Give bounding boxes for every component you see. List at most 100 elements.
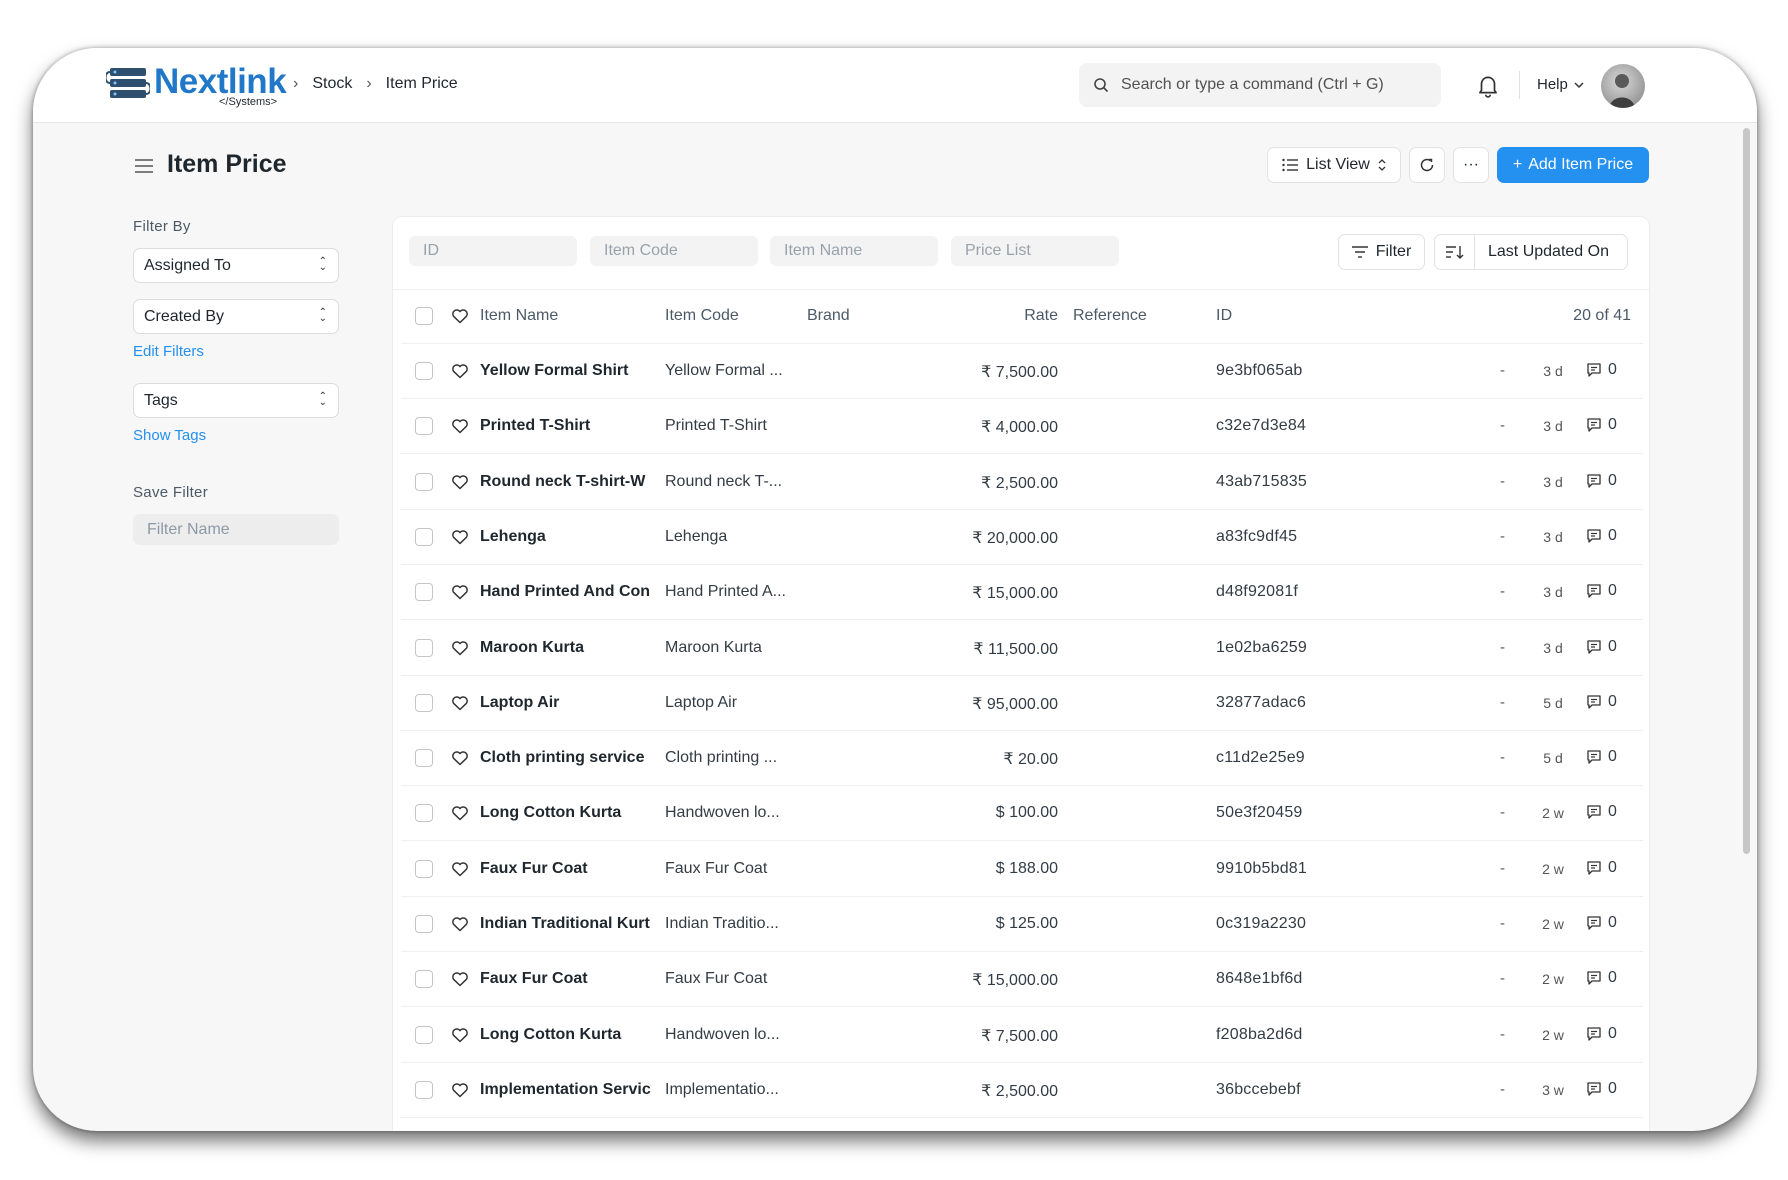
row-checkbox[interactable] [415, 638, 433, 657]
heart-icon[interactable] [451, 362, 469, 380]
item-name-cell[interactable]: Long Cotton Kurta [480, 1026, 660, 1044]
heart-icon[interactable] [451, 860, 469, 878]
table-row[interactable]: Laptop Air Laptop Air ₹ 95,000.00 32877adac… [393, 676, 1649, 731]
item-name-cell[interactable]: Indian Traditional Kurt [480, 915, 660, 933]
filter-icon [1351, 246, 1368, 258]
row-checkbox[interactable] [415, 527, 433, 546]
table-row[interactable]: Faux Fur Coat Faux Fur Coat $ 188.00 9910b5… [393, 842, 1649, 897]
table-row[interactable]: Cloth printing service Cloth printing ...… [393, 731, 1649, 787]
item-name-cell[interactable]: Round neck T-shirt-W [480, 473, 660, 491]
table-row[interactable]: Yellow Formal Shirt Yellow Formal ... ₹ 7,… [393, 344, 1649, 399]
item-name-cell[interactable]: Faux Fur Coat [480, 970, 660, 988]
row-checkbox[interactable] [415, 362, 433, 380]
comment-count[interactable]: 0 [1586, 693, 1617, 711]
item-name-filter-input[interactable]: Item Name [770, 236, 938, 266]
comment-count[interactable]: 0 [1586, 859, 1617, 877]
table-row[interactable]: Printed T-Shirt Printed T-Shirt ₹ 4,000.00… [393, 399, 1649, 455]
filter-name-input[interactable]: Filter Name [133, 514, 339, 545]
brand-logo[interactable]: Nextlink </Systems> [106, 62, 287, 110]
created-by-select[interactable]: Created By ⌃ ⌄ [133, 299, 339, 334]
sort-selector[interactable]: Last Updated On [1434, 234, 1628, 270]
breadcrumb-stock[interactable]: Stock [312, 75, 352, 93]
select-all-checkbox[interactable] [415, 307, 433, 325]
comment-count[interactable]: 0 [1586, 416, 1617, 434]
row-checkbox[interactable] [415, 583, 433, 602]
heart-icon[interactable] [451, 915, 469, 933]
menu-icon[interactable] [135, 159, 153, 173]
heart-icon[interactable] [451, 749, 469, 767]
item-name-cell[interactable]: Maroon Kurta [480, 639, 660, 657]
table-row[interactable]: Lehenga Lehenga ₹ 20,000.00 a83fc9df45 - 3 d 0 [393, 510, 1649, 565]
comment-count[interactable]: 0 [1586, 803, 1617, 821]
heart-icon[interactable] [451, 694, 469, 712]
item-name-cell[interactable]: Printed T-Shirt [480, 417, 660, 435]
page-scrollbar[interactable] [1743, 128, 1750, 854]
heart-icon[interactable] [451, 307, 469, 325]
table-row[interactable]: Indian Traditional Kurt Indian Traditio..… [393, 897, 1649, 952]
item-name-cell[interactable]: Hand Printed And Con [480, 583, 660, 601]
heart-icon[interactable] [451, 528, 469, 546]
add-item-price-button[interactable]: + Add Item Price [1497, 147, 1649, 183]
heart-icon[interactable] [451, 639, 469, 657]
item-name-cell[interactable]: Faux Fur Coat [480, 860, 660, 878]
table-row[interactable]: Faux Fur Coat Faux Fur Coat ₹ 15,000.00 864… [393, 952, 1649, 1008]
heart-icon[interactable] [451, 970, 469, 988]
row-checkbox[interactable] [415, 1080, 433, 1099]
table-row[interactable]: Long Cotton Kurta Handwoven lo... $ 100.00… [393, 786, 1649, 842]
comment-count[interactable]: 0 [1586, 1025, 1617, 1043]
filter-button[interactable]: Filter [1338, 234, 1425, 270]
heart-icon[interactable] [451, 583, 469, 601]
more-actions-button[interactable]: ··· [1453, 147, 1489, 183]
help-dropdown[interactable]: Help [1537, 76, 1584, 93]
row-checkbox[interactable] [415, 749, 433, 768]
heart-icon[interactable] [451, 1081, 469, 1099]
row-checkbox[interactable] [415, 859, 433, 878]
heart-icon[interactable] [451, 473, 469, 491]
row-checkbox[interactable] [415, 417, 433, 436]
row-checkbox[interactable] [415, 804, 433, 823]
table-row[interactable]: Round neck T-shirt-W Round neck T-... ₹ 2,… [393, 455, 1649, 510]
refresh-button[interactable] [1409, 147, 1445, 183]
heart-icon[interactable] [451, 417, 469, 435]
row-checkbox[interactable] [415, 970, 433, 989]
bell-icon[interactable] [1475, 72, 1501, 98]
assigned-to-select[interactable]: Assigned To ⌃ ⌄ [133, 248, 339, 283]
comment-count[interactable]: 0 [1586, 472, 1617, 490]
item-name-cell[interactable]: Lehenga [480, 528, 660, 546]
item-name-cell[interactable]: Implementation Servic [480, 1081, 660, 1099]
comment-count[interactable]: 0 [1586, 748, 1617, 766]
item-name-cell[interactable]: Yellow Formal Shirt [480, 362, 660, 380]
comment-count[interactable]: 0 [1586, 914, 1617, 932]
table-row[interactable]: Maroon Kurta Maroon Kurta ₹ 11,500.00 1e02b… [393, 621, 1649, 676]
row-checkbox[interactable] [415, 693, 433, 712]
edit-filters-link[interactable]: Edit Filters [133, 343, 204, 360]
comment-count[interactable]: 0 [1586, 361, 1617, 379]
comment-count[interactable]: 0 [1586, 1080, 1617, 1098]
comment-count[interactable]: 0 [1586, 582, 1617, 600]
item-name-cell[interactable]: Long Cotton Kurta [480, 804, 660, 822]
row-checkbox[interactable] [415, 915, 433, 933]
table-row[interactable]: Long Cotton Kurta Handwoven lo... ₹ 7,500.… [393, 1008, 1649, 1063]
item-code-cell: Laptop Air [665, 693, 738, 711]
search-input[interactable]: Search or type a command (Ctrl + G) [1079, 63, 1441, 107]
breadcrumb-item-price[interactable]: Item Price [386, 75, 458, 93]
sort-order-button[interactable] [1435, 235, 1475, 269]
row-checkbox[interactable] [415, 1025, 433, 1044]
show-tags-link[interactable]: Show Tags [133, 427, 206, 444]
comment-count[interactable]: 0 [1586, 638, 1617, 656]
row-checkbox[interactable] [415, 472, 433, 491]
item-name-cell[interactable]: Laptop Air [480, 694, 660, 712]
item-name-cell[interactable]: Cloth printing service [480, 749, 660, 767]
price-list-filter-input[interactable]: Price List [951, 236, 1119, 266]
table-row[interactable]: Hand Printed And Con Hand Printed A... ₹ 1… [393, 565, 1649, 621]
heart-icon[interactable] [451, 804, 469, 822]
comment-count[interactable]: 0 [1586, 969, 1617, 987]
table-row[interactable]: Implementation Servic Implementatio... ₹ 2… [393, 1063, 1649, 1118]
heart-icon[interactable] [451, 1026, 469, 1044]
id-filter-input[interactable]: ID [409, 236, 577, 266]
avatar[interactable] [1601, 64, 1645, 108]
list-view-button[interactable]: List View [1267, 147, 1401, 183]
comment-count[interactable]: 0 [1586, 527, 1617, 545]
item-code-filter-input[interactable]: Item Code [590, 236, 758, 266]
tags-select[interactable]: Tags ⌃ ⌄ [133, 383, 339, 418]
